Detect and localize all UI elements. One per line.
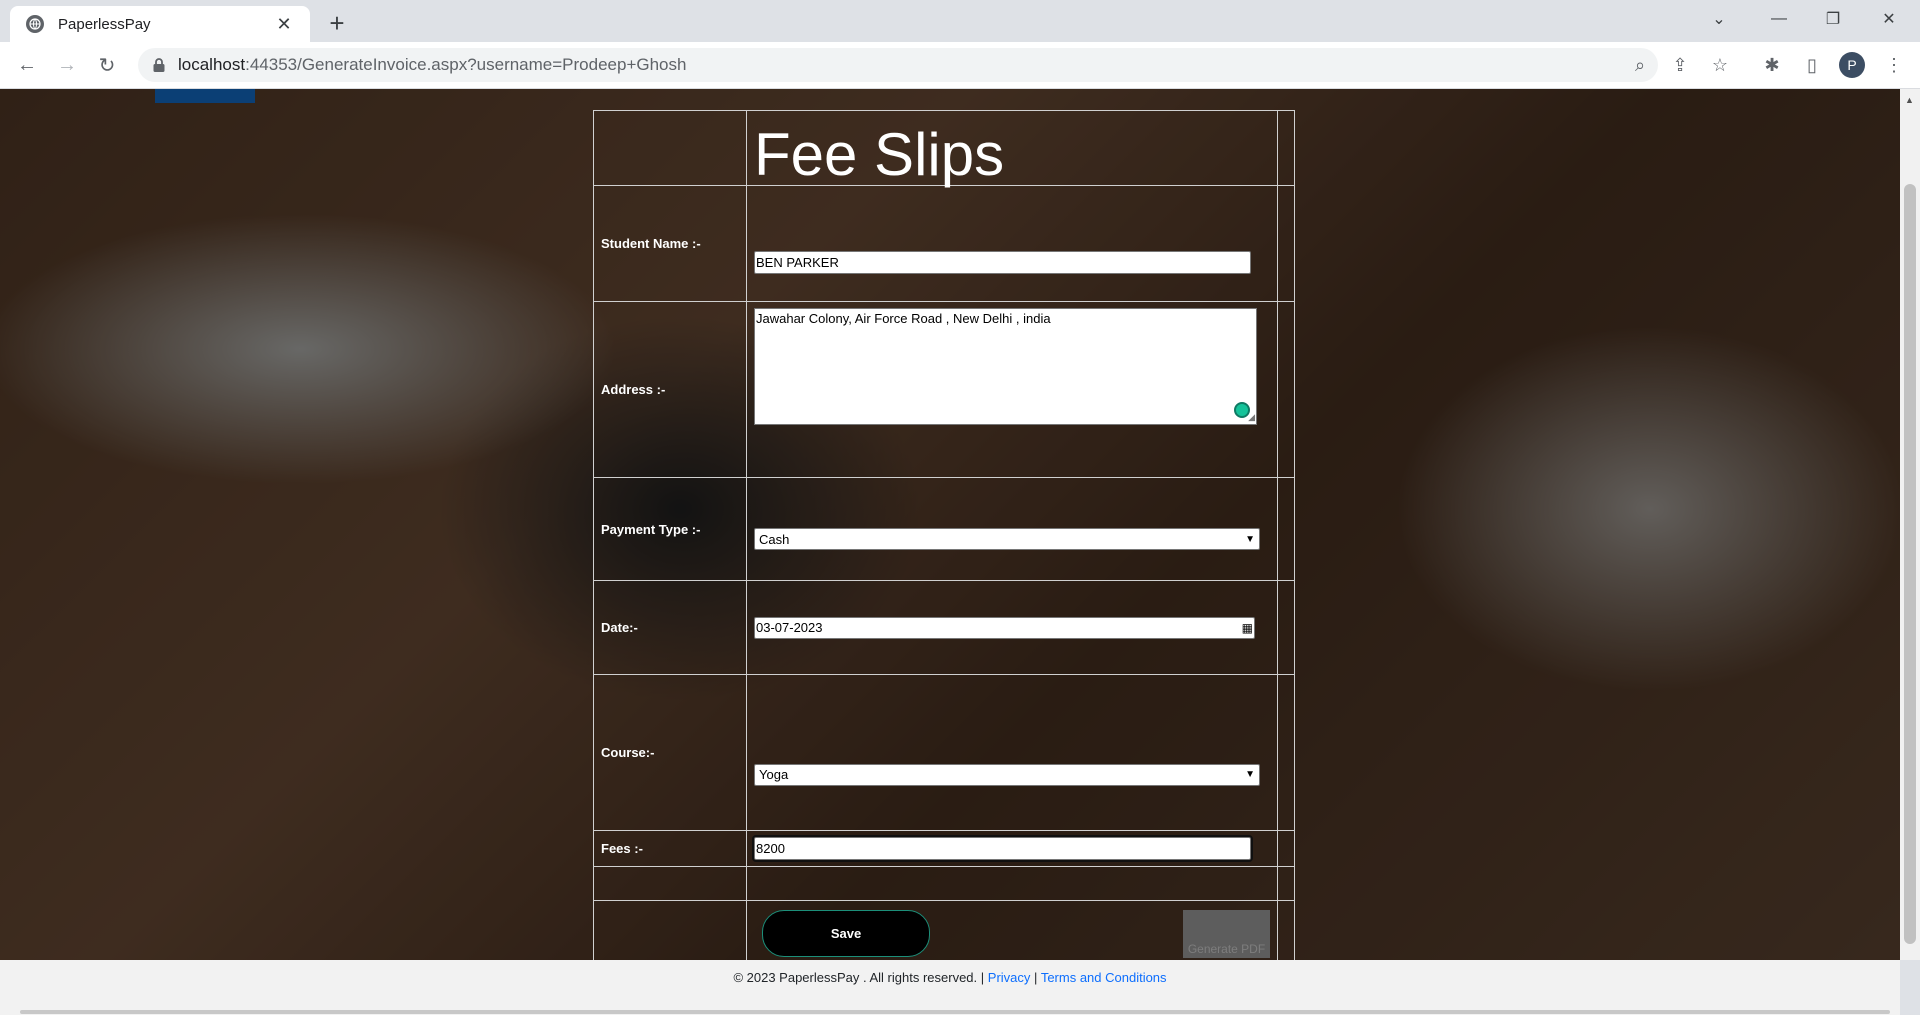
address-cell: Jawahar Colony, Air Force Road , New Del…: [746, 301, 1278, 478]
minimize-icon[interactable]: —: [1756, 0, 1802, 38]
scrollbar-thumb[interactable]: [1904, 184, 1916, 944]
lock-icon: [153, 58, 165, 72]
payment-type-select[interactable]: Cash ▼: [754, 528, 1260, 550]
extensions-icon[interactable]: ✱: [1759, 52, 1785, 78]
actions-cell: Save Generate PDF: [746, 900, 1278, 960]
menu-kebab-icon[interactable]: ⋮: [1881, 52, 1907, 78]
vertical-scrollbar[interactable]: ▲: [1900, 89, 1920, 960]
reload-icon[interactable]: ↻: [92, 50, 122, 80]
tab-search-icon[interactable]: ⌄: [1696, 0, 1742, 38]
horizontal-scrollbar[interactable]: [20, 1010, 1890, 1014]
student-name-label: Student Name :-: [593, 185, 747, 302]
payment-type-cell: Cash ▼: [746, 477, 1278, 581]
chevron-down-icon: ▼: [1245, 533, 1255, 545]
course-select[interactable]: Yoga ▼: [754, 763, 1260, 786]
empty-cell: [746, 866, 1278, 901]
restore-icon[interactable]: ❐: [1810, 0, 1856, 38]
date-input[interactable]: 03-07-2023 ▦: [754, 616, 1255, 639]
date-value: 03-07-2023: [756, 620, 823, 635]
course-cell: Yoga ▼: [746, 674, 1278, 831]
fee-slip-form: Fee Slips Student Name :- BEN PARKER Add…: [593, 110, 1295, 960]
calendar-icon[interactable]: ▦: [1242, 621, 1253, 635]
chevron-down-icon: ▼: [1245, 769, 1255, 780]
course-value: Yoga: [759, 767, 789, 782]
date-cell: 03-07-2023 ▦: [746, 580, 1278, 675]
spacer-cell: [1277, 866, 1295, 901]
fees-cell: 8200: [746, 830, 1278, 867]
address-label: Address :-: [593, 301, 747, 478]
spacer-cell: [1277, 580, 1295, 675]
page-title: Fee Slips: [746, 110, 1278, 186]
spacer-cell: [1277, 301, 1295, 478]
empty-cell: [593, 110, 747, 186]
footer-text: © 2023 PaperlessPay . All rights reserve…: [0, 970, 1900, 985]
terms-link[interactable]: Terms and Conditions: [1041, 970, 1167, 985]
bookmark-star-icon[interactable]: ☆: [1707, 52, 1733, 78]
payment-type-value: Cash: [759, 531, 790, 547]
new-tab-icon[interactable]: +: [322, 8, 352, 38]
scroll-up-icon[interactable]: ▲: [1905, 95, 1914, 105]
address-bar[interactable]: localhost:44353/GenerateInvoice.aspx?use…: [138, 48, 1658, 82]
spacer-cell: [1277, 674, 1295, 831]
profile-avatar[interactable]: P: [1839, 52, 1865, 78]
fees-input[interactable]: 8200: [752, 835, 1253, 862]
empty-cell: [593, 900, 747, 960]
side-panel-icon[interactable]: ▯: [1799, 52, 1825, 78]
url-text: localhost:44353/GenerateInvoice.aspx?use…: [178, 55, 687, 74]
back-icon[interactable]: ←: [12, 50, 42, 80]
resize-grip-icon[interactable]: ◢: [1248, 412, 1255, 423]
date-label: Date:-: [593, 580, 747, 675]
close-window-icon[interactable]: ✕: [1866, 0, 1912, 38]
spacer-cell: [1277, 185, 1295, 302]
fees-label: Fees :-: [593, 830, 747, 867]
address-textarea[interactable]: Jawahar Colony, Air Force Road , New Del…: [754, 308, 1257, 425]
address-text: Jawahar Colony, Air Force Road , New Del…: [756, 311, 1051, 326]
student-name-input[interactable]: BEN PARKER: [754, 251, 1251, 274]
privacy-link[interactable]: Privacy: [988, 970, 1031, 985]
browser-tab[interactable]: PaperlessPay ✕: [10, 6, 310, 42]
tab-title: PaperlessPay: [58, 15, 151, 33]
copyright-text: © 2023 PaperlessPay . All rights reserve…: [733, 970, 985, 985]
forward-icon[interactable]: →: [52, 50, 82, 80]
student-name-cell: BEN PARKER: [746, 185, 1278, 302]
globe-icon: [26, 15, 44, 33]
browser-toolbar: ← → ↻ localhost:44353/GenerateInvoice.as…: [0, 42, 1920, 89]
zoom-icon[interactable]: ⌕: [1627, 52, 1653, 78]
page-footer: © 2023 PaperlessPay . All rights reserve…: [0, 960, 1900, 1015]
close-tab-icon[interactable]: ✕: [272, 12, 296, 36]
spacer-cell: [1277, 477, 1295, 581]
spacer-cell: [1277, 110, 1295, 186]
spacer-cell: [1277, 900, 1295, 960]
empty-cell: [593, 866, 747, 901]
payment-type-label: Payment Type :-: [593, 477, 747, 581]
nav-bar-fragment: [155, 89, 255, 103]
course-label: Course:-: [593, 674, 747, 831]
share-icon[interactable]: ⇪: [1667, 52, 1693, 78]
spacer-cell: [1277, 830, 1295, 867]
page-viewport: Fee Slips Student Name :- BEN PARKER Add…: [0, 89, 1900, 960]
save-button[interactable]: Save: [762, 910, 930, 957]
footer-separator: |: [1034, 970, 1038, 985]
generate-pdf-button[interactable]: Generate PDF: [1183, 909, 1270, 958]
browser-tab-bar: PaperlessPay ✕ + ⌄ — ❐ ✕: [0, 0, 1920, 42]
